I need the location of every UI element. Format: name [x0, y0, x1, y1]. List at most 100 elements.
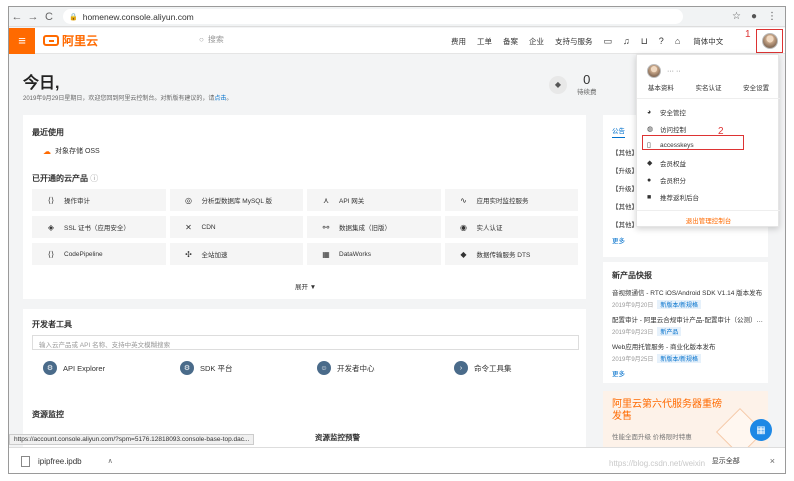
product-card[interactable]: ◉ 实人认证	[444, 216, 578, 238]
renewal-stat[interactable]: ◆ 0 待续费	[549, 73, 597, 96]
shield-icon: ◕	[647, 108, 652, 116]
menu-item-label: 会员权益	[660, 161, 686, 168]
user-name: ··· ··	[667, 67, 681, 75]
news-item[interactable]: Web应用托管服务 - 商业化版本发布 2019年9月25日 新版本/新规格	[612, 341, 764, 363]
monitor-icon[interactable]: ▭	[604, 36, 613, 47]
product-card[interactable]: ✕ CDN	[169, 216, 303, 238]
product-label: 应用实时监控服务	[476, 198, 529, 205]
product-card[interactable]: ◆ 数据传输服务 DTS	[444, 243, 578, 265]
console-header: ≡ 阿里云 ○ 搜索 费用 工单 备案 企业 支持与服务 ▭ ♫ ⊔ ? ⌂ 简…	[9, 27, 785, 54]
product-card[interactable]: ✣ 全站加速	[169, 243, 303, 265]
forward-arrow-icon[interactable]: →	[25, 11, 41, 23]
product-label: DataWorks	[339, 250, 372, 258]
aliyun-logo[interactable]: 阿里云	[43, 32, 98, 49]
news-item[interactable]: 音视频通信 - RTC iOS/Android SDK V1.14 版本发布 2…	[612, 287, 764, 309]
news-more-link[interactable]: 更多	[612, 368, 625, 378]
product-card[interactable]: ◎ 分析型数据库 MySQL 版	[169, 189, 303, 211]
nav-enterprise[interactable]: 企业	[529, 36, 544, 47]
cli-tools-link[interactable]: › 命令工具集	[454, 361, 591, 375]
opened-products-title: 已开通的云产品 ⓘ	[32, 173, 98, 184]
hamburger-menu-icon[interactable]: ≡	[9, 27, 35, 54]
menu-item-access-control[interactable]: ◍ 访问控制	[647, 124, 686, 134]
opened-products-label: 已开通的云产品	[32, 174, 88, 183]
notice-item[interactable]: 【其他】	[612, 219, 638, 229]
notice-more-link[interactable]: 更多	[612, 235, 625, 245]
page-title: 今日,	[23, 75, 60, 92]
tab-real-name[interactable]: 实名认证	[695, 82, 721, 92]
address-bar[interactable]: 🔒 homenew.console.aliyun.com	[63, 9, 683, 24]
show-all-downloads[interactable]: 显示全部	[712, 456, 740, 466]
bell-icon[interactable]: ♫	[623, 36, 630, 46]
promo-subtitle: 性能全面升级 价格限时特惠	[612, 434, 692, 441]
apps-grid-icon[interactable]: ▦	[750, 419, 772, 441]
lock-icon: 🔒	[69, 13, 78, 21]
dts-icon: ◆	[460, 249, 467, 259]
product-card[interactable]: ⚯ 数据集成（旧版）	[307, 216, 441, 238]
logout-link[interactable]: 退出管理控制台	[637, 210, 780, 225]
nav-fees[interactable]: 费用	[451, 36, 466, 47]
chevron-up-icon[interactable]: ∧	[108, 457, 113, 465]
coin-icon: ●	[647, 176, 652, 184]
expand-button[interactable]: 展开 ▼	[295, 281, 316, 291]
sdk-platform-link[interactable]: ⚙ SDK 平台	[180, 361, 317, 375]
notice-item[interactable]: 【其他】	[612, 147, 638, 157]
tab-notice[interactable]: 公告	[612, 125, 625, 138]
product-card[interactable]: ◈ SSL 证书（应用安全）	[32, 216, 166, 238]
search-icon: ○	[199, 35, 204, 44]
browser-window: ← → C 🔒 homenew.console.aliyun.com ☆ ● ⋮…	[8, 6, 786, 474]
product-card[interactable]: ⋏ API 网关	[307, 189, 441, 211]
menu-item-referral[interactable]: ■ 推荐返利后台	[647, 192, 699, 203]
notice-item[interactable]: 【升级】	[612, 183, 638, 193]
menu-item-member-points[interactable]: ● 会员积分	[647, 175, 686, 186]
reload-icon[interactable]: C	[41, 11, 57, 23]
nav-tickets[interactable]: 工单	[477, 36, 492, 47]
language-switch[interactable]: 简体中文	[693, 36, 723, 47]
menu-item-security-control[interactable]: ◕ 安全管控	[647, 107, 686, 118]
back-arrow-icon[interactable]: ←	[9, 11, 25, 23]
dataworks-icon: ▦	[322, 249, 330, 259]
news-title: 新产品快报	[612, 271, 652, 280]
news-date: 2019年9月20日	[612, 303, 654, 309]
news-tag: 新版本/新规格	[657, 300, 702, 309]
nav-support[interactable]: 支持与服务	[555, 36, 593, 47]
product-card[interactable]: ⟨⟩ CodePipeline	[32, 243, 166, 265]
help-icon[interactable]: ?	[659, 36, 664, 46]
cart-icon[interactable]: ⊔	[641, 36, 648, 47]
id-icon: ◉	[460, 222, 467, 232]
product-card[interactable]: ∿ 应用实时监控服务	[444, 189, 578, 211]
recent-item-oss[interactable]: ☁ 对象存储 OSS	[43, 146, 100, 156]
news-panel: 新产品快报 音视频通信 - RTC iOS/Android SDK V1.14 …	[603, 262, 768, 383]
search-input[interactable]: ○ 搜索	[199, 34, 224, 45]
terminal-icon: ›	[454, 361, 468, 375]
home-icon[interactable]: ⌂	[675, 36, 680, 46]
notice-item[interactable]: 【其他】	[612, 201, 638, 211]
download-item[interactable]: ipipfree.ipdb	[21, 455, 82, 467]
product-label: 数据集成（旧版）	[339, 225, 391, 232]
news-item[interactable]: 配置审计 - 阿里云合规审计产品-配置审计（公测）发布 2019年9月23日 新产…	[612, 314, 764, 336]
close-icon[interactable]: ×	[770, 456, 775, 466]
more-icon[interactable]: ⋮	[767, 11, 777, 22]
nav-icp[interactable]: 备案	[503, 36, 518, 47]
avatar	[761, 33, 778, 49]
product-label: 实人认证	[476, 225, 503, 232]
menu-item-member-benefits[interactable]: ◆ 会员权益	[647, 158, 686, 168]
notice-item[interactable]: 【升级】	[612, 165, 638, 175]
feedback-link[interactable]: 点击	[214, 96, 226, 102]
info-icon[interactable]: ⓘ	[90, 174, 98, 183]
developer-center-link[interactable]: ☺ 开发者中心	[317, 361, 454, 375]
product-card[interactable]: ▦ DataWorks	[307, 243, 441, 265]
product-card[interactable]: ⟨⟩ 操作审计	[32, 189, 166, 211]
annotation-2: 2	[718, 126, 724, 137]
star-icon[interactable]: ☆	[732, 11, 741, 22]
devtools-search-input[interactable]: 输入云产品或 API 名称、支持中英文模糊搜索	[32, 335, 579, 350]
tab-security[interactable]: 安全设置	[743, 82, 769, 92]
product-label: 操作审计	[64, 198, 90, 205]
profile-icon[interactable]: ●	[751, 11, 757, 22]
user-avatar-button[interactable]	[756, 29, 783, 53]
tab-basic-info[interactable]: 基本资料	[648, 82, 674, 92]
audit-icon: ⟨⟩	[47, 195, 55, 205]
integration-icon: ⚯	[322, 222, 330, 232]
api-explorer-link[interactable]: ⚙ API Explorer	[43, 361, 180, 375]
product-label: CodePipeline	[64, 250, 103, 258]
key-icon: ◍	[647, 126, 654, 133]
